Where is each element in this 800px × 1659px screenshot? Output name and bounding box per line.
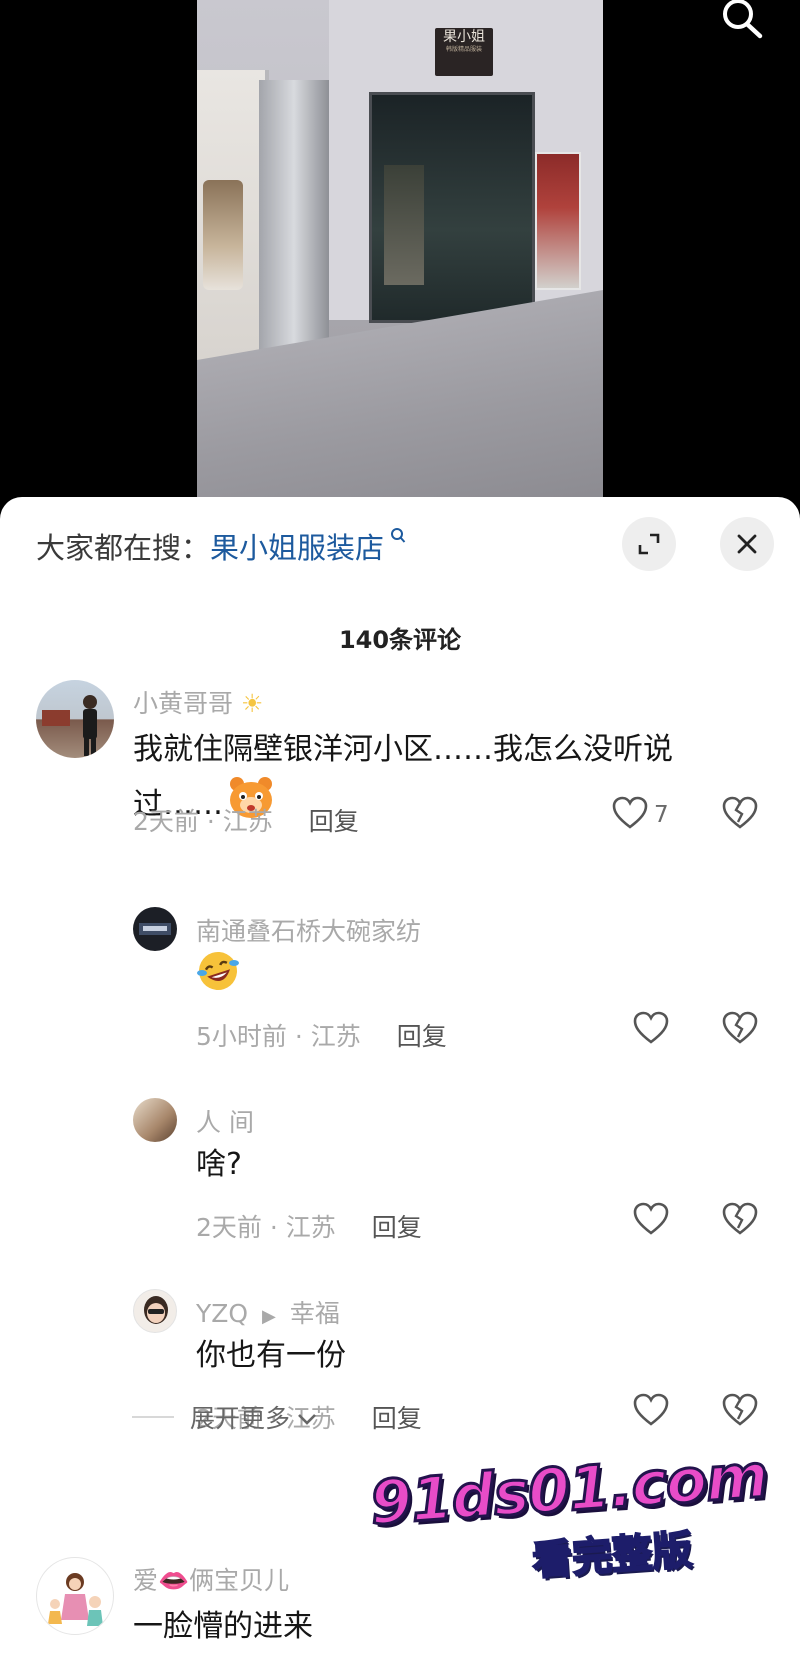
store-sign-text: 果小姐 <box>443 29 485 45</box>
comment-time: 2天前 · 江苏 <box>133 807 273 836</box>
username-text: YZQ <box>196 1299 249 1328</box>
comment-text: 一脸懵的进来 <box>133 1609 313 1644</box>
expand-more-replies[interactable]: 展开更多 <box>132 1399 318 1435</box>
hot-search-prefix: 大家都在搜： <box>36 531 211 565</box>
dislike-button[interactable] <box>722 796 758 830</box>
reply-to-username[interactable]: 幸福 <box>290 1299 340 1328</box>
comment-username[interactable]: YZQ ▶ 幸福 <box>196 1294 340 1330</box>
username-text: 小黄哥哥 <box>133 689 234 718</box>
dislike-button[interactable] <box>722 1202 758 1236</box>
comment-meta: 2天前 · 江苏 回复 <box>196 1208 422 1244</box>
broken-heart-icon <box>722 1011 758 1045</box>
reply-button[interactable]: 回复 <box>372 1213 422 1242</box>
comment-meta: 2天前 · 江苏 回复 <box>133 802 359 838</box>
watermark-caption: 看完整版 <box>530 1526 695 1585</box>
heart-icon <box>633 1011 669 1049</box>
comment-username[interactable]: 小黄哥哥 ☀ <box>133 684 263 720</box>
like-button[interactable] <box>633 1202 669 1240</box>
like-button[interactable]: 7 <box>612 796 669 834</box>
clothes-rack <box>203 180 243 290</box>
like-count: 7 <box>654 802 669 828</box>
store-sign: 果小姐 韩版精品服装 <box>435 28 493 76</box>
heart-icon <box>633 1393 669 1431</box>
magnifier-icon <box>384 528 406 550</box>
broken-heart-icon <box>722 796 758 830</box>
sun-emoji: ☀ <box>240 689 264 718</box>
store-glass-door <box>369 92 535 323</box>
avatar[interactable] <box>133 1098 177 1142</box>
chevron-down-icon <box>296 1403 318 1432</box>
comment-text-line1: 我就住隔壁银洋河小区……我怎么没听说 <box>133 732 673 767</box>
comment-username[interactable]: 南通叠石桥大碗家纺 <box>196 912 421 948</box>
expand-more-label: 展开更多 <box>190 1404 291 1433</box>
hot-search-bar[interactable]: 大家都在搜：果小姐服装店 <box>36 525 406 567</box>
like-button[interactable] <box>633 1011 669 1049</box>
comment-text: 啥? <box>196 1147 242 1182</box>
promo-watermark: 91ds01.com 看完整版 <box>367 1440 772 1586</box>
watermark-url: 91ds01.com <box>367 1440 772 1541</box>
close-button[interactable] <box>720 517 774 571</box>
reply-arrow-icon: ▶ <box>262 1306 276 1327</box>
video-player[interactable]: 果小姐 韩版精品服装 <box>0 0 800 500</box>
reply-button[interactable]: 回复 <box>309 807 359 836</box>
vending-machine <box>535 152 581 290</box>
comment-text <box>196 949 240 1009</box>
video-frame[interactable]: 果小姐 韩版精品服装 <box>197 0 603 500</box>
username-text: 爱 <box>133 1566 159 1595</box>
comment-username[interactable]: 人 间 <box>196 1103 254 1139</box>
broken-heart-icon <box>722 1393 758 1427</box>
avatar[interactable] <box>133 1289 177 1333</box>
comment-text: 你也有一份 <box>196 1338 346 1373</box>
steel-pillar <box>259 80 329 350</box>
dislike-button[interactable] <box>722 1011 758 1045</box>
laughing-tears-emoji <box>196 952 240 1001</box>
dislike-button[interactable] <box>722 1393 758 1427</box>
search-icon[interactable] <box>716 0 766 40</box>
heart-icon <box>612 796 648 834</box>
avatar[interactable] <box>36 680 114 758</box>
username-tail: 俩宝贝儿 <box>189 1566 290 1595</box>
reply-button[interactable]: 回复 <box>397 1022 447 1051</box>
heart-icon <box>633 1202 669 1240</box>
broken-heart-icon <box>722 1202 758 1236</box>
store-sign-subtext: 韩版精品服装 <box>445 46 482 53</box>
comment-time: 5小时前 · 江苏 <box>196 1022 361 1051</box>
comment-count: 140条评论 <box>338 626 462 654</box>
divider <box>132 1416 174 1418</box>
expand-button[interactable] <box>622 517 676 571</box>
like-button[interactable] <box>633 1393 669 1431</box>
avatar[interactable] <box>133 907 177 951</box>
lips-emoji: 👄 <box>158 1566 190 1595</box>
hot-search-keyword[interactable]: 果小姐服装店 <box>210 531 384 565</box>
interior-rack <box>384 165 424 285</box>
comment-time: 2天前 · 江苏 <box>196 1213 336 1242</box>
comment-username[interactable]: 爱👄俩宝贝儿 <box>133 1561 289 1597</box>
comment-meta: 5小时前 · 江苏 回复 <box>196 1017 447 1053</box>
reply-button[interactable]: 回复 <box>372 1404 422 1433</box>
avatar[interactable] <box>36 1557 114 1635</box>
